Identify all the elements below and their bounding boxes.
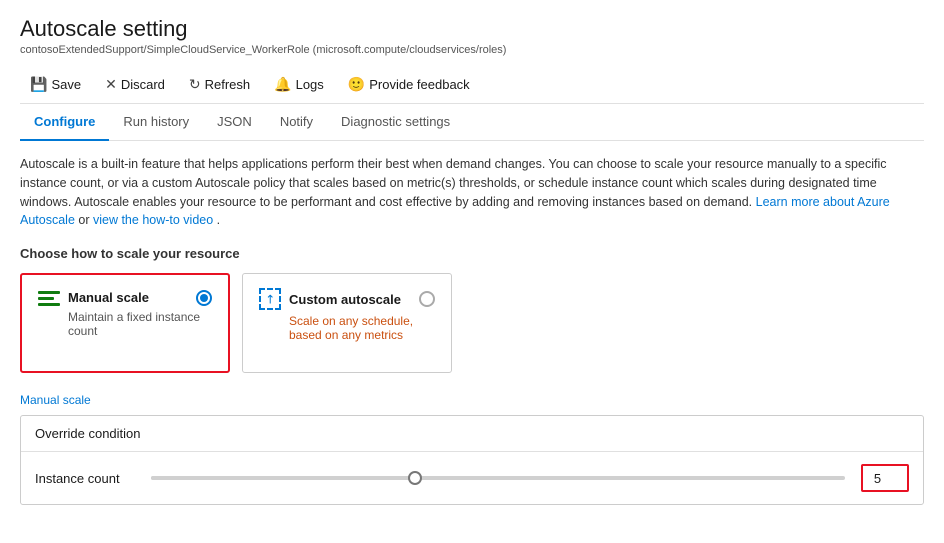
- custom-scale-description: Scale on any schedule, based on any metr…: [289, 314, 435, 342]
- refresh-button[interactable]: ↻ Refresh: [179, 72, 260, 97]
- manual-scale-label: Manual scale: [20, 393, 924, 407]
- scale-options: Manual scale Maintain a fixed instance c…: [20, 273, 924, 373]
- manual-scale-header: Manual scale: [38, 289, 212, 306]
- manual-scale-title: Manual scale: [68, 290, 149, 305]
- discard-icon: ✕: [105, 76, 117, 93]
- custom-autoscale-card[interactable]: ↗ Custom autoscale Scale on any schedule…: [242, 273, 452, 373]
- tab-json[interactable]: JSON: [203, 104, 266, 141]
- feedback-button[interactable]: 🙂 Provide feedback: [338, 72, 480, 97]
- condition-box: Override condition Instance count: [20, 415, 924, 505]
- choose-section-title: Choose how to scale your resource: [20, 246, 924, 261]
- custom-scale-icon: ↗: [259, 288, 281, 310]
- page-title: Autoscale setting: [20, 16, 924, 42]
- feedback-icon: 🙂: [348, 76, 365, 93]
- instance-count-label: Instance count: [35, 471, 135, 486]
- custom-scale-header: ↗ Custom autoscale: [259, 288, 435, 310]
- refresh-icon: ↻: [189, 76, 201, 93]
- condition-header: Override condition: [21, 416, 923, 452]
- instance-count-input[interactable]: [861, 464, 909, 492]
- slider-fill: [151, 476, 415, 480]
- manual-scale-description: Maintain a fixed instance count: [68, 310, 212, 338]
- condition-row: Instance count: [21, 452, 923, 504]
- breadcrumb: contosoExtendedSupport/SimpleCloudServic…: [20, 44, 924, 56]
- manual-scale-card[interactable]: Manual scale Maintain a fixed instance c…: [20, 273, 230, 373]
- discard-button[interactable]: ✕ Discard: [95, 72, 175, 97]
- manual-scale-icon: [38, 291, 60, 306]
- how-to-video-link[interactable]: view the how-to video: [93, 213, 213, 227]
- custom-scale-radio[interactable]: [419, 291, 435, 307]
- description-text: Autoscale is a built-in feature that hel…: [20, 155, 920, 230]
- slider-track: [151, 476, 845, 480]
- instance-count-slider-container: [151, 476, 845, 480]
- tab-bar: Configure Run history JSON Notify Diagno…: [20, 104, 924, 141]
- toolbar: 💾 Save ✕ Discard ↻ Refresh 🔔 Logs 🙂 Prov…: [20, 66, 924, 104]
- save-button[interactable]: 💾 Save: [20, 72, 91, 97]
- custom-scale-title: Custom autoscale: [289, 292, 401, 307]
- manual-scale-radio[interactable]: [196, 290, 212, 306]
- tab-diagnostic[interactable]: Diagnostic settings: [327, 104, 464, 141]
- tab-notify[interactable]: Notify: [266, 104, 327, 141]
- save-icon: 💾: [30, 76, 47, 93]
- logs-button[interactable]: 🔔 Logs: [264, 72, 334, 97]
- tab-run-history[interactable]: Run history: [109, 104, 203, 141]
- logs-icon: 🔔: [274, 76, 291, 93]
- slider-thumb[interactable]: [408, 471, 422, 485]
- tab-configure[interactable]: Configure: [20, 104, 109, 141]
